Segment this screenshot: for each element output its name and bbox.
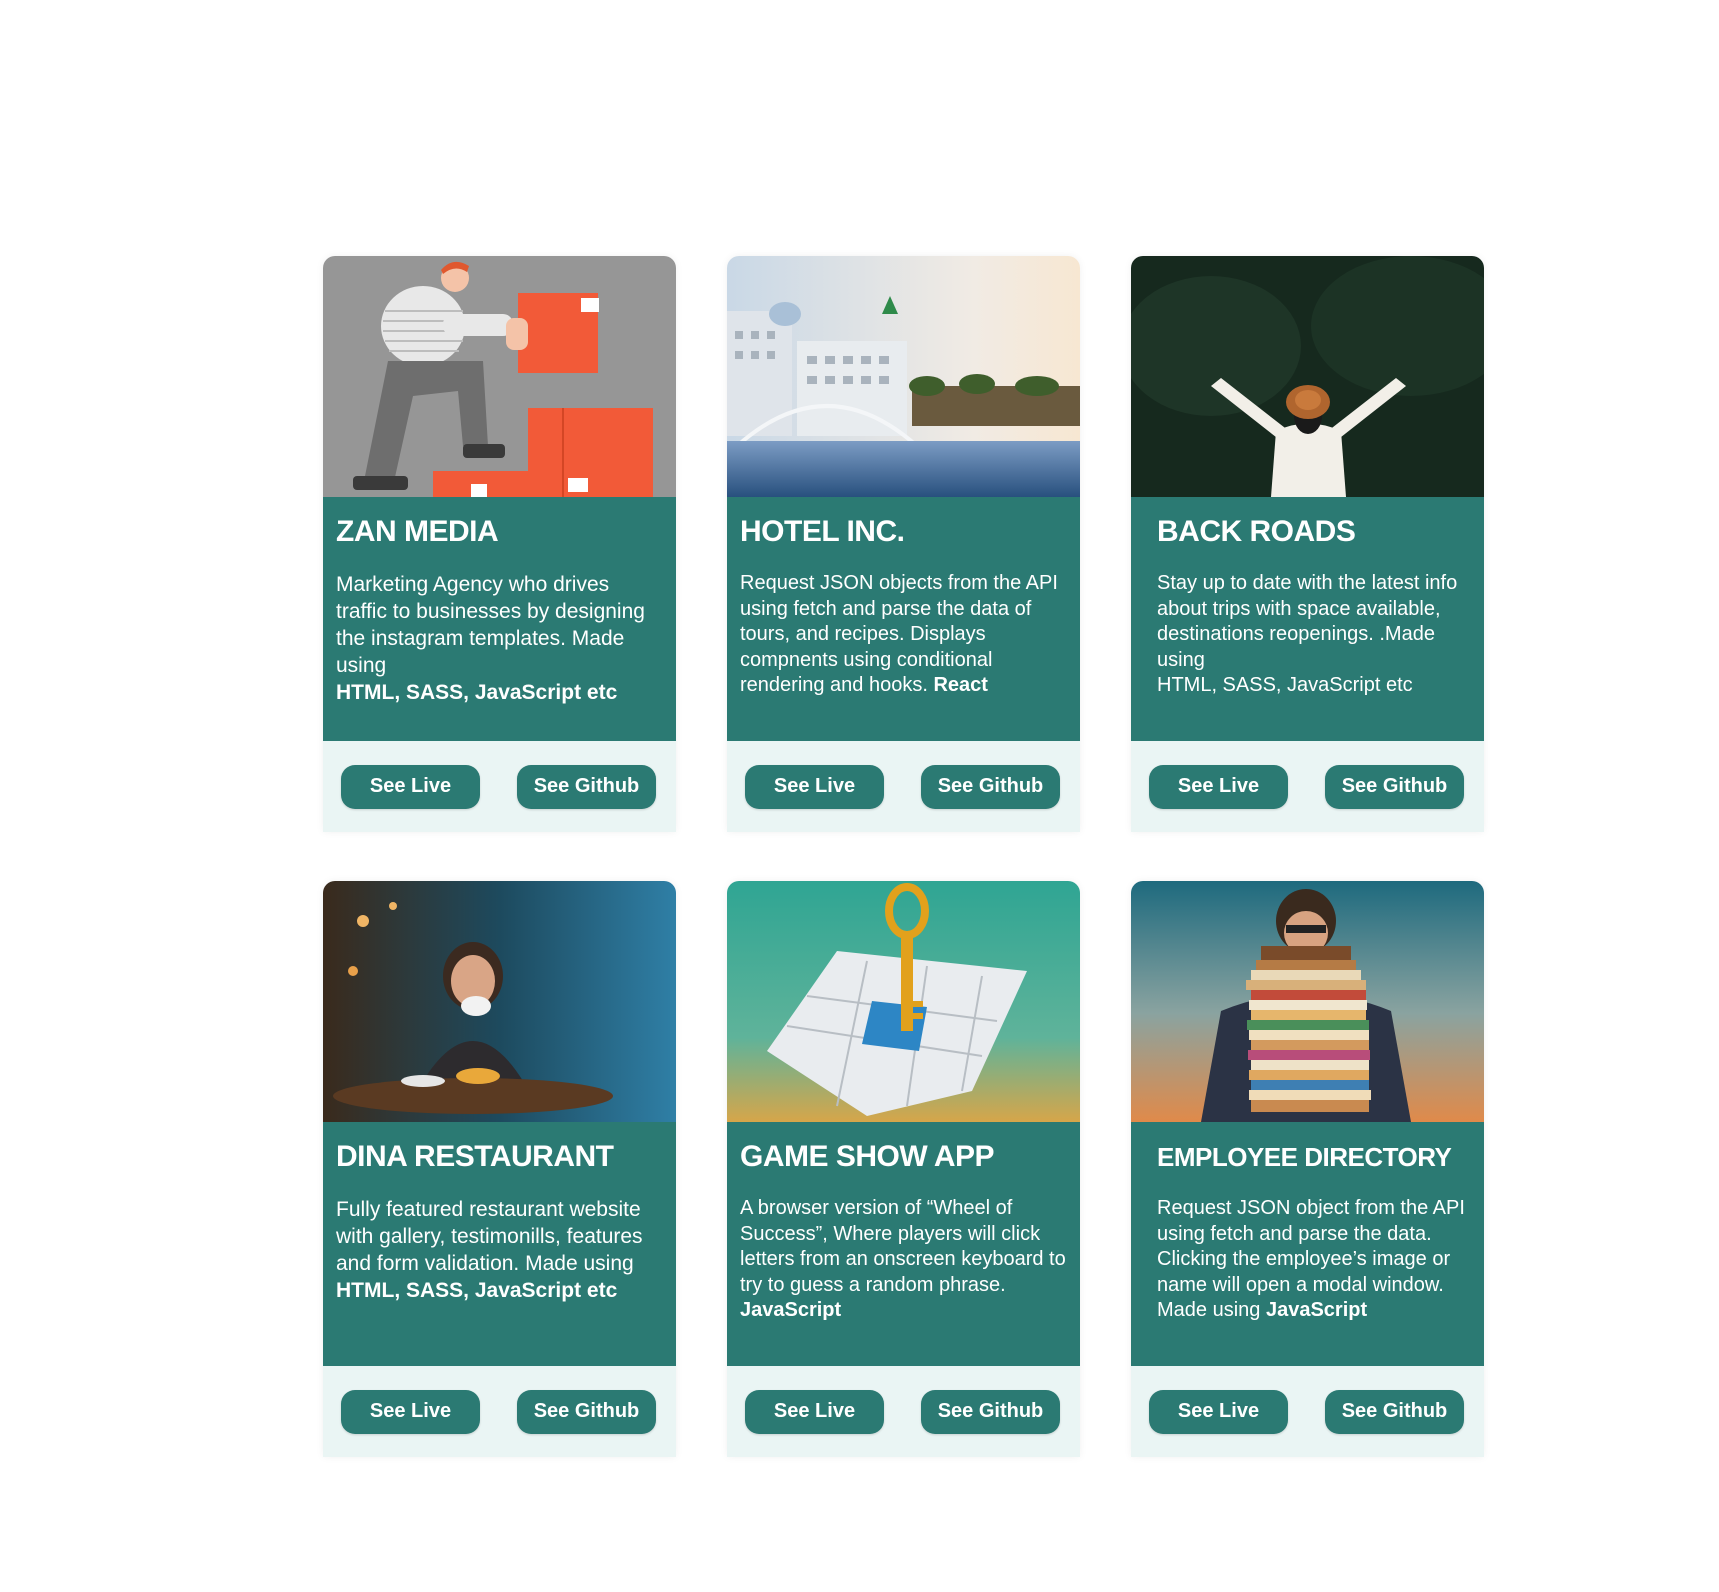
project-description-text: Request JSON objects from the API using … [740, 572, 1058, 696]
see-github-button[interactable]: See Github [921, 1389, 1060, 1434]
project-body: DINA RESTAURANT Fully featured restauran… [323, 1122, 676, 1366]
project-tech: JavaScript [1265, 1299, 1368, 1321]
project-description-text: Stay up to date with the latest info abo… [1157, 572, 1458, 671]
project-title: HOTEL INC. [740, 515, 905, 548]
project-description: Fully featured restaurant website with g… [336, 1196, 664, 1304]
project-description-text: Marketing Agency who drives traffic to b… [336, 573, 645, 677]
project-card-hotel-inc: HOTEL INC. Request JSON objects from the… [727, 256, 1080, 832]
see-live-button[interactable]: See Live [341, 764, 480, 809]
project-body: BACK ROADS Stay up to date with the late… [1131, 497, 1484, 741]
project-actions: See Live See Github [323, 1366, 676, 1457]
project-card-zan-media: ZAN MEDIA Marketing Agency who drives tr… [323, 256, 676, 832]
see-live-button[interactable]: See Live [745, 1389, 884, 1434]
puzzle-key-icon [727, 881, 1080, 1122]
project-actions: See Live See Github [727, 1366, 1080, 1457]
project-description: Stay up to date with the latest info abo… [1157, 571, 1472, 699]
project-tech: HTML, SASS, JavaScript etc [336, 1279, 618, 1302]
project-card-game-show-app: GAME SHOW APP A browser version of “Whee… [727, 881, 1080, 1457]
project-description: Marketing Agency who drives traffic to b… [336, 571, 664, 706]
project-description-text: Fully featured restaurant website with g… [336, 1198, 643, 1275]
project-body: ZAN MEDIA Marketing Agency who drives tr… [323, 497, 676, 741]
project-description: Request JSON object from the API using f… [1157, 1196, 1472, 1324]
see-github-button[interactable]: See Github [1325, 1389, 1464, 1434]
project-tech: HTML, SASS, JavaScript etc [1157, 674, 1413, 696]
project-actions: See Live See Github [727, 741, 1080, 832]
hotel-photo-icon [727, 256, 1080, 497]
project-tech: JavaScript [740, 1299, 842, 1321]
project-actions: See Live See Github [1131, 741, 1484, 832]
paper-stack-photo-icon [1131, 881, 1484, 1122]
see-live-button[interactable]: See Live [745, 764, 884, 809]
see-live-button[interactable]: See Live [1149, 764, 1288, 809]
project-title: DINA RESTAURANT [336, 1140, 614, 1173]
project-body: EMPLOYEE DIRECTORY Request JSON object f… [1131, 1122, 1484, 1366]
delivery-illustration-icon [323, 256, 676, 497]
cafe-photo-icon [323, 881, 676, 1122]
project-description-text: A browser version of “Wheel of Success”,… [740, 1197, 1066, 1296]
project-description: Request JSON objects from the API using … [740, 571, 1068, 699]
project-tech: React [933, 674, 988, 696]
see-live-button[interactable]: See Live [1149, 1389, 1288, 1434]
project-body: GAME SHOW APP A browser version of “Whee… [727, 1122, 1080, 1366]
project-tech: HTML, SASS, JavaScript etc [336, 681, 618, 704]
project-card-back-roads: BACK ROADS Stay up to date with the late… [1131, 256, 1484, 832]
project-title: GAME SHOW APP [740, 1140, 995, 1173]
project-card-dina-restaurant: DINA RESTAURANT Fully featured restauran… [323, 881, 676, 1457]
project-actions: See Live See Github [1131, 1366, 1484, 1457]
project-title: ZAN MEDIA [336, 515, 499, 548]
see-github-button[interactable]: See Github [517, 764, 656, 809]
project-body: HOTEL INC. Request JSON objects from the… [727, 497, 1080, 741]
project-description: A browser version of “Wheel of Success”,… [740, 1196, 1068, 1324]
project-title: EMPLOYEE DIRECTORY [1157, 1142, 1452, 1172]
see-live-button[interactable]: See Live [341, 1389, 480, 1434]
project-card-employee-directory: EMPLOYEE DIRECTORY Request JSON object f… [1131, 881, 1484, 1457]
projects-grid: ZAN MEDIA Marketing Agency who drives tr… [323, 256, 1484, 1458]
project-actions: See Live See Github [323, 741, 676, 832]
see-github-button[interactable]: See Github [1325, 764, 1464, 809]
traveler-photo-icon [1131, 256, 1484, 497]
see-github-button[interactable]: See Github [921, 764, 1060, 809]
project-title: BACK ROADS [1157, 515, 1356, 548]
see-github-button[interactable]: See Github [517, 1389, 656, 1434]
